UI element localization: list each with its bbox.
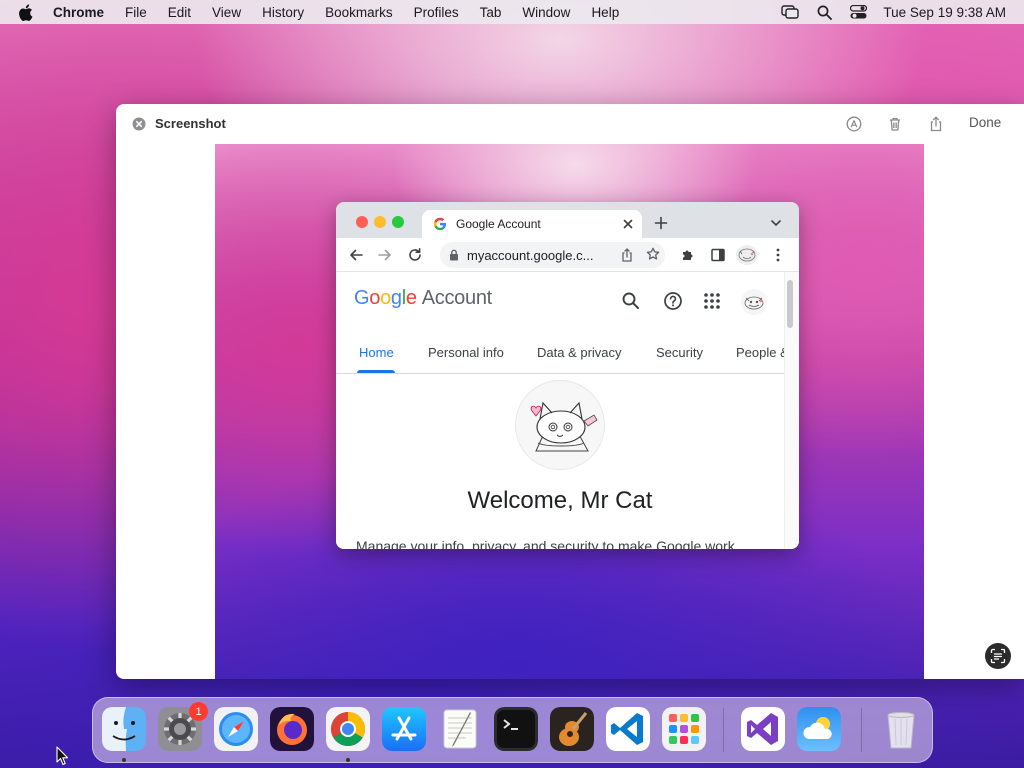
logo-letter: e <box>405 287 417 309</box>
app-menu-chrome[interactable]: Chrome <box>53 5 104 20</box>
dock-weather-icon[interactable] <box>797 707 841 751</box>
close-icon[interactable] <box>132 117 146 131</box>
menu-window[interactable]: Window <box>522 5 570 20</box>
preview-toolbar: Screenshot Done <box>116 104 1024 144</box>
dock-garageband-icon[interactable] <box>550 707 594 751</box>
dock-separator <box>861 708 862 752</box>
spotlight-search-icon[interactable] <box>815 3 833 21</box>
tab-google-account[interactable]: Google Account <box>422 210 642 238</box>
dock: 1 <box>92 697 933 763</box>
tab-search-chevron-icon[interactable] <box>770 218 782 228</box>
welcome-heading: Welcome, Mr Cat <box>467 487 653 514</box>
google-account-page: G o o g l e Account Home Personal info D… <box>336 272 799 549</box>
live-text-icon[interactable] <box>985 643 1011 669</box>
page-scrollbar-thumb[interactable] <box>787 280 793 328</box>
dock-finder-icon[interactable] <box>102 707 146 751</box>
screenshot-preview-window: Screenshot Done Google Account myaccount… <box>116 104 1024 679</box>
google-favicon-icon <box>433 217 447 231</box>
new-tab-icon[interactable] <box>654 216 668 230</box>
logo-letter: g <box>390 287 402 309</box>
chrome-menu-icon[interactable] <box>770 247 786 263</box>
settings-notification-badge: 1 <box>189 702 208 721</box>
menu-history[interactable]: History <box>262 5 304 20</box>
extensions-puzzle-icon[interactable] <box>680 247 696 263</box>
bookmark-star-icon[interactable] <box>646 247 660 261</box>
google-account-logo[interactable]: G o o g l e Account <box>354 287 492 310</box>
chrome-toolbar: myaccount.google.c... <box>336 238 799 272</box>
apple-menu-icon[interactable] <box>18 3 36 21</box>
menu-help[interactable]: Help <box>591 5 619 20</box>
account-nav-tabs: Home Personal info Data & privacy Securi… <box>336 336 784 374</box>
menu-file[interactable]: File <box>125 5 147 20</box>
screenshot-image: Google Account myaccount.google.c... G o… <box>215 144 924 679</box>
profile-avatar-icon[interactable] <box>736 245 758 265</box>
profile-picture[interactable] <box>515 380 605 470</box>
screen-mirroring-icon[interactable] <box>781 3 800 21</box>
logo-letter: o <box>369 287 381 309</box>
dock-safari-icon[interactable] <box>214 707 258 751</box>
dock-running-indicator <box>122 758 126 762</box>
back-arrow-icon[interactable] <box>348 247 364 263</box>
menu-profiles[interactable]: Profiles <box>414 5 459 20</box>
tab-security[interactable]: Security <box>656 345 703 360</box>
manage-description: Manage your info, privacy, and security … <box>356 538 735 549</box>
tab-home[interactable]: Home <box>359 345 394 360</box>
dock-trash-icon[interactable] <box>879 707 923 751</box>
tab-close-icon[interactable] <box>622 218 634 230</box>
apps-grid-icon[interactable] <box>702 291 722 311</box>
window-minimize-button[interactable] <box>374 216 386 228</box>
active-tab-indicator <box>357 370 395 373</box>
account-avatar[interactable] <box>741 289 767 315</box>
dock-chrome-icon[interactable] <box>326 707 370 751</box>
markup-icon[interactable] <box>845 115 863 133</box>
dock-launchpad-icon[interactable] <box>662 707 706 751</box>
chrome-tab-strip: Google Account <box>336 202 799 238</box>
mouse-cursor-icon <box>56 746 70 766</box>
menu-tab[interactable]: Tab <box>480 5 502 20</box>
reload-icon[interactable] <box>407 247 423 263</box>
preview-title: Screenshot <box>155 116 226 131</box>
window-zoom-button[interactable] <box>392 216 404 228</box>
menu-bar: Chrome File Edit View History Bookmarks … <box>0 0 1024 24</box>
dock-visual-studio-icon[interactable] <box>741 707 785 751</box>
tab-data-privacy[interactable]: Data & privacy <box>537 345 622 360</box>
dock-vscode-icon[interactable] <box>606 707 650 751</box>
forward-arrow-icon[interactable] <box>377 247 393 263</box>
dock-app-store-icon[interactable] <box>382 707 426 751</box>
dock-firefox-icon[interactable] <box>270 707 314 751</box>
menu-bar-clock[interactable]: Tue Sep 19 9:38 AM <box>883 5 1006 20</box>
address-bar[interactable]: myaccount.google.c... <box>440 242 665 268</box>
lock-icon[interactable] <box>449 249 459 261</box>
dock-separator <box>723 708 724 752</box>
search-icon[interactable] <box>621 291 641 311</box>
share-icon[interactable] <box>927 115 945 133</box>
tab-title: Google Account <box>456 217 541 231</box>
menu-edit[interactable]: Edit <box>168 5 191 20</box>
dock-running-indicator <box>346 758 350 762</box>
control-center-icon[interactable] <box>849 3 867 21</box>
menu-view[interactable]: View <box>212 5 241 20</box>
done-button[interactable]: Done <box>969 115 1001 130</box>
logo-letter: o <box>380 287 391 309</box>
share-page-icon[interactable] <box>620 247 634 262</box>
dock-textedit-icon[interactable] <box>438 707 482 751</box>
chrome-window: Google Account myaccount.google.c... G o… <box>336 202 799 549</box>
trash-icon[interactable] <box>886 115 904 133</box>
menu-bookmarks[interactable]: Bookmarks <box>325 5 393 20</box>
url-text: myaccount.google.c... <box>467 247 594 263</box>
dock-terminal-icon[interactable] <box>494 707 538 751</box>
logo-letter: G <box>354 287 370 309</box>
side-panel-icon[interactable] <box>710 247 726 263</box>
tab-personal-info[interactable]: Personal info <box>428 345 504 360</box>
window-close-button[interactable] <box>356 216 368 228</box>
logo-account-label: Account <box>421 287 492 309</box>
tab-people-sharing[interactable]: People & <box>736 345 784 360</box>
help-icon[interactable] <box>663 291 683 311</box>
